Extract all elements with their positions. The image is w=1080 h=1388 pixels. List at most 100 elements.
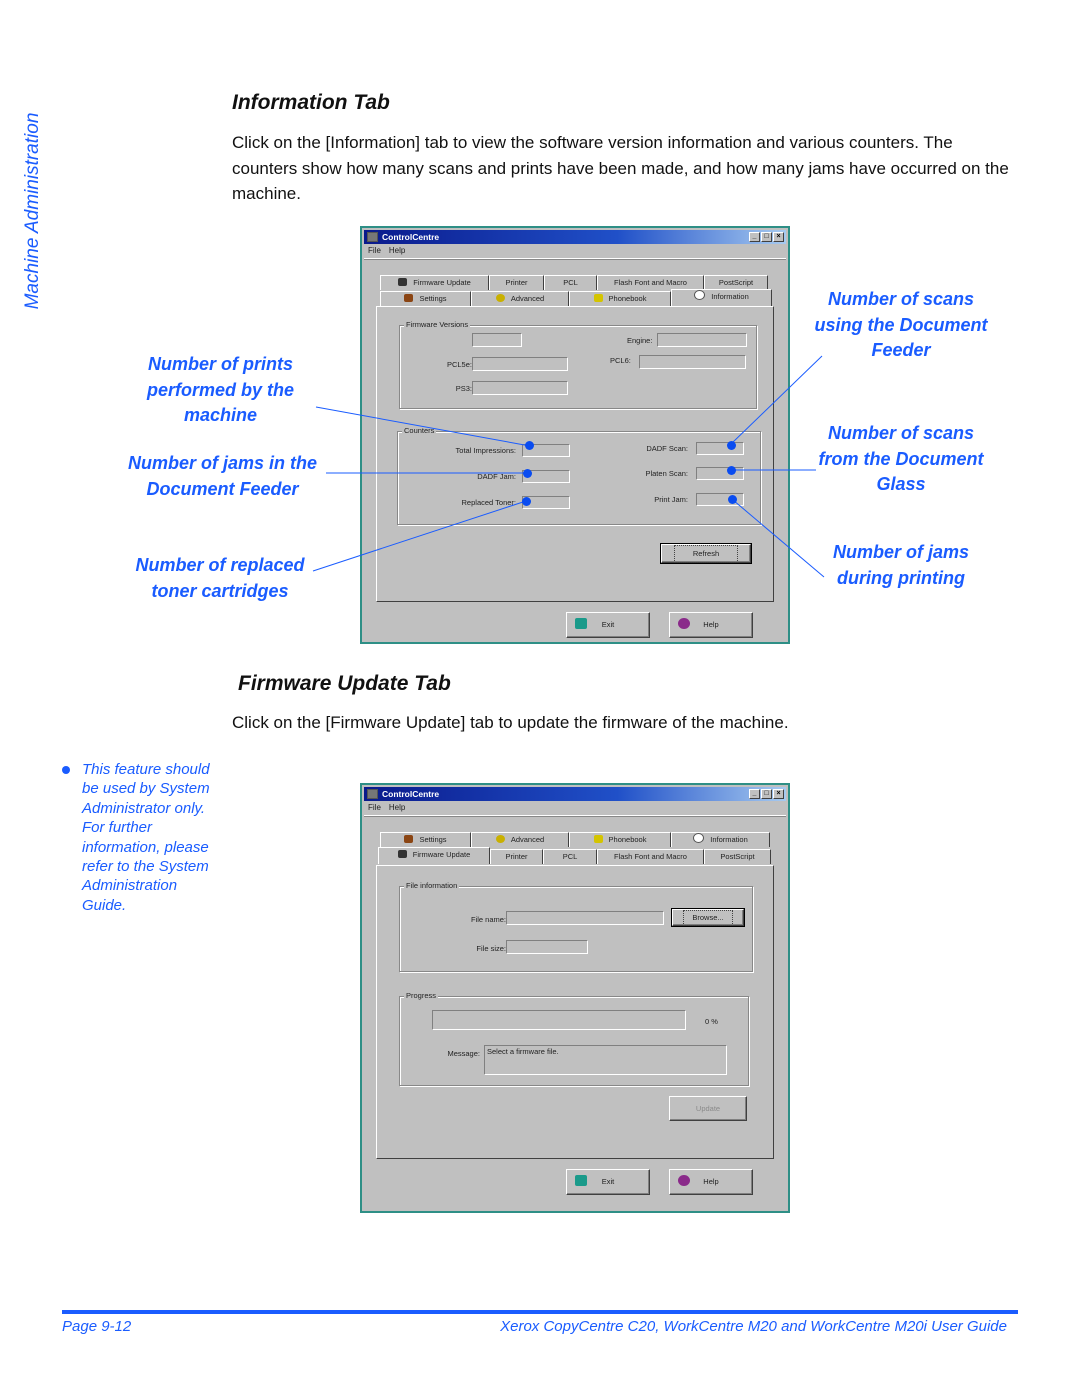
app-icon [367,232,378,242]
tab-row-front: Firmware Update Printer PCL Flash Font a… [378,847,771,864]
information-tab-description: Click on the [Information] tab to view t… [232,133,1009,203]
bullet-icon [62,766,70,774]
help-label: Help [703,620,719,629]
print-jam-label: Print Jam: [654,495,688,504]
close-button[interactable]: × [773,789,784,799]
tab-label: PCL [563,278,578,287]
phonebook-icon [593,294,603,302]
tab-settings[interactable]: Settings [380,291,471,306]
tab-label: PostScript [718,278,754,287]
firmware-versions-group: Firmware Versions OS: Engine: PCL5e: PCL… [399,320,757,409]
help-label: Help [703,1177,719,1186]
minimize-button[interactable]: _ [749,789,760,799]
menu-file[interactable]: File [368,246,381,255]
callout-dot-dadf-scan [727,441,736,450]
pcl5e-label: PCL5e: [446,360,472,369]
tab-label: Printer [505,852,528,861]
tab-label: PostScript [720,852,755,861]
file-name-field[interactable] [506,911,664,925]
tab-printer[interactable]: Printer [489,275,544,290]
platen-scan-field [696,467,744,480]
tab-row-front: Settings Advanced Phonebook Information [380,289,772,306]
ps3-label: PS3: [455,384,472,393]
tab-label: Printer [505,278,528,287]
menu-separator [364,815,786,817]
group-label: Progress [404,991,439,1000]
tab-phonebook[interactable]: Phonebook [569,291,671,306]
exit-button[interactable]: Exit [566,612,650,638]
info-icon [693,833,705,843]
maximize-button[interactable]: □ [761,232,772,242]
tab-advanced[interactable]: Advanced [471,832,569,847]
tab-information[interactable]: Information [671,832,770,847]
tab-label: Advanced [510,835,545,844]
tab-information[interactable]: Information [671,289,772,306]
tab-postscript[interactable]: PostScript [704,275,768,290]
group-label: File information [404,881,460,890]
side-title-text: Machine Administration [22,112,43,310]
controlcentre-window-information: ControlCentre _ □ × File Help Firmware U… [360,226,790,644]
tab-pcl[interactable]: PCL [543,849,597,864]
callout-scans-glass: Number of scans from the Document Glass [818,423,984,494]
maximize-button[interactable]: □ [761,789,772,799]
side-section-title: Machine Administration [18,96,48,326]
browse-button[interactable]: Browse... [671,908,745,927]
browse-label: Browse... [683,910,733,926]
tab-label: Information [710,835,748,844]
menu-bar: File Help [368,803,405,812]
admin-note: This feature should be used by System Ad… [62,760,222,915]
tab-postscript[interactable]: PostScript [704,849,771,864]
tab-flash-font-macro[interactable]: Flash Font and Macro [597,849,704,864]
firmware-update-tab-heading: Firmware Update Tab [238,672,451,695]
dadf-scan-field [696,442,744,455]
refresh-button[interactable]: Refresh [660,543,752,564]
update-button[interactable]: Update [669,1096,747,1121]
exit-button[interactable]: Exit [566,1169,650,1195]
progress-bar [432,1010,686,1030]
menu-file[interactable]: File [368,803,381,812]
close-button[interactable]: × [773,232,784,242]
tab-advanced[interactable]: Advanced [471,291,569,306]
menu-help[interactable]: Help [389,246,405,255]
message-value: Select a firmware file. [487,1047,559,1056]
callout-dot-print-jam [728,495,737,504]
tab-label: PCL [562,852,578,861]
tab-label: Phonebook [608,835,647,844]
tab-printer[interactable]: Printer [490,849,543,864]
exit-door-icon [575,618,587,629]
help-button[interactable]: Help [669,1169,753,1195]
menu-separator [364,258,786,260]
advanced-icon [495,294,505,302]
callout-jams-feeder: Number of jams in the Document Feeder [127,453,318,499]
pcl5e-version-field [472,357,568,371]
pcl6-label: PCL6: [610,356,631,365]
help-book-icon [678,618,690,629]
window-title: ControlCentre [382,232,440,242]
tab-phonebook[interactable]: Phonebook [569,832,671,847]
tab-firmware-update[interactable]: Firmware Update [380,275,489,290]
tools-icon [404,294,414,302]
progress-group: Progress 0 % Message: Select a firmware … [399,991,749,1086]
menu-help[interactable]: Help [389,803,405,812]
help-book-icon [678,1175,690,1186]
tab-settings[interactable]: Settings [380,832,471,847]
tab-flash-font-macro[interactable]: Flash Font and Macro [597,275,704,290]
minimize-button[interactable]: _ [749,232,760,242]
callout-dot-replaced-toner [522,497,531,506]
window-titlebar[interactable]: ControlCentre _ □ × [364,230,786,244]
callout-dot-total-impressions [525,441,534,450]
progress-percent: 0 % [705,1017,718,1026]
exit-door-icon [575,1175,587,1186]
tab-firmware-update[interactable]: Firmware Update [378,847,490,864]
update-label: Update [695,1104,721,1113]
file-size-field [506,940,588,954]
window-title: ControlCentre [382,789,440,799]
tab-label: Settings [419,835,447,844]
controlcentre-window-firmware: ControlCentre _ □ × File Help Settings A… [360,783,790,1213]
window-titlebar[interactable]: ControlCentre _ □ × [364,787,786,801]
dadf-jam-label: DADF Jam: [477,472,516,481]
help-button[interactable]: Help [669,612,753,638]
tab-pcl[interactable]: PCL [544,275,597,290]
group-label: Counters [402,426,437,435]
counters-group: Counters Total Impressions: DADF Jam: Re… [397,426,761,525]
